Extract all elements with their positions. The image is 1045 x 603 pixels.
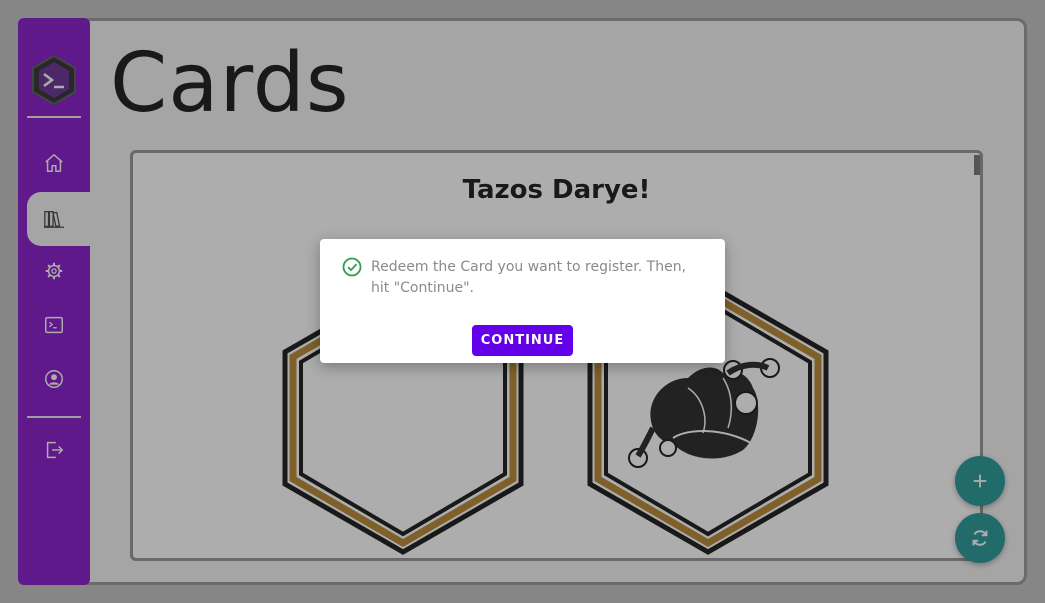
continue-button[interactable]: CONTINUE [472, 325, 573, 356]
redeem-dialog: Redeem the Card you want to register. Th… [320, 239, 725, 363]
check-circle-icon [342, 257, 362, 277]
dialog-message: Redeem the Card you want to register. Th… [371, 259, 687, 296]
